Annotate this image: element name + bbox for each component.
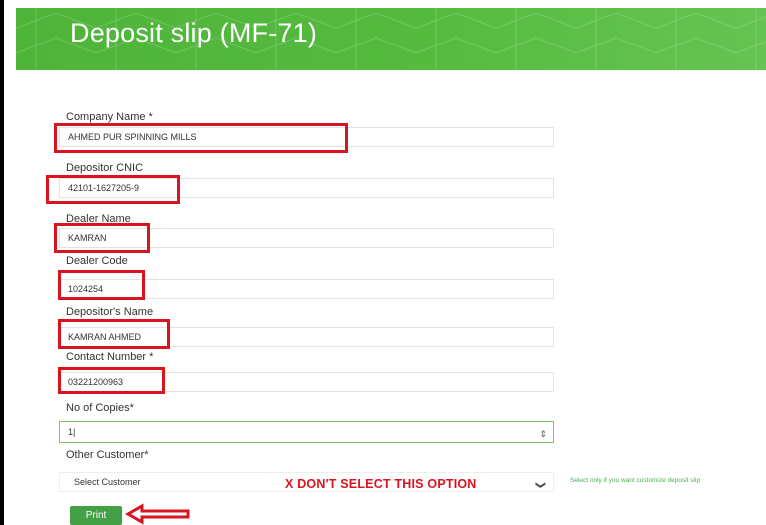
- copies-label: No of Copies*: [66, 402, 134, 414]
- depositors-name-label: Depositor's Name: [66, 306, 154, 318]
- page-frame: Deposit slip (MF-71) Company Name * AHME…: [4, 0, 766, 525]
- company-name-label: Company Name *: [66, 111, 153, 123]
- dealer-code-label: Dealer Code: [66, 255, 128, 267]
- other-customer-selected: Select Customer: [74, 477, 141, 487]
- other-customer-label: Other Customer*: [66, 449, 149, 461]
- print-button[interactable]: Print: [70, 506, 122, 525]
- page-title: Deposit slip (MF-71): [70, 18, 318, 48]
- depositor-cnic-label: Depositor CNIC: [66, 162, 144, 174]
- chevron-down-icon: ❮: [534, 480, 546, 490]
- dealer-code-highlight: [58, 270, 145, 300]
- pointer-arrow-icon: [124, 503, 190, 525]
- spinner-icon[interactable]: ⇕: [539, 424, 547, 444]
- other-customer-hint: Select only if you want customize deposi…: [570, 477, 701, 484]
- copies-input[interactable]: 1| ⇕: [59, 421, 554, 443]
- warning-annotation: X DON'T SELECT THIS OPTION: [285, 477, 477, 491]
- company-name-highlight: [54, 123, 348, 153]
- depositor-cnic-highlight: [46, 175, 180, 204]
- contact-number-label: Contact Number *: [66, 351, 154, 363]
- header-banner: Deposit slip (MF-71): [16, 8, 766, 70]
- dealer-name-highlight: [54, 223, 150, 253]
- contact-number-highlight: [58, 367, 165, 394]
- depositors-name-highlight: [58, 319, 170, 349]
